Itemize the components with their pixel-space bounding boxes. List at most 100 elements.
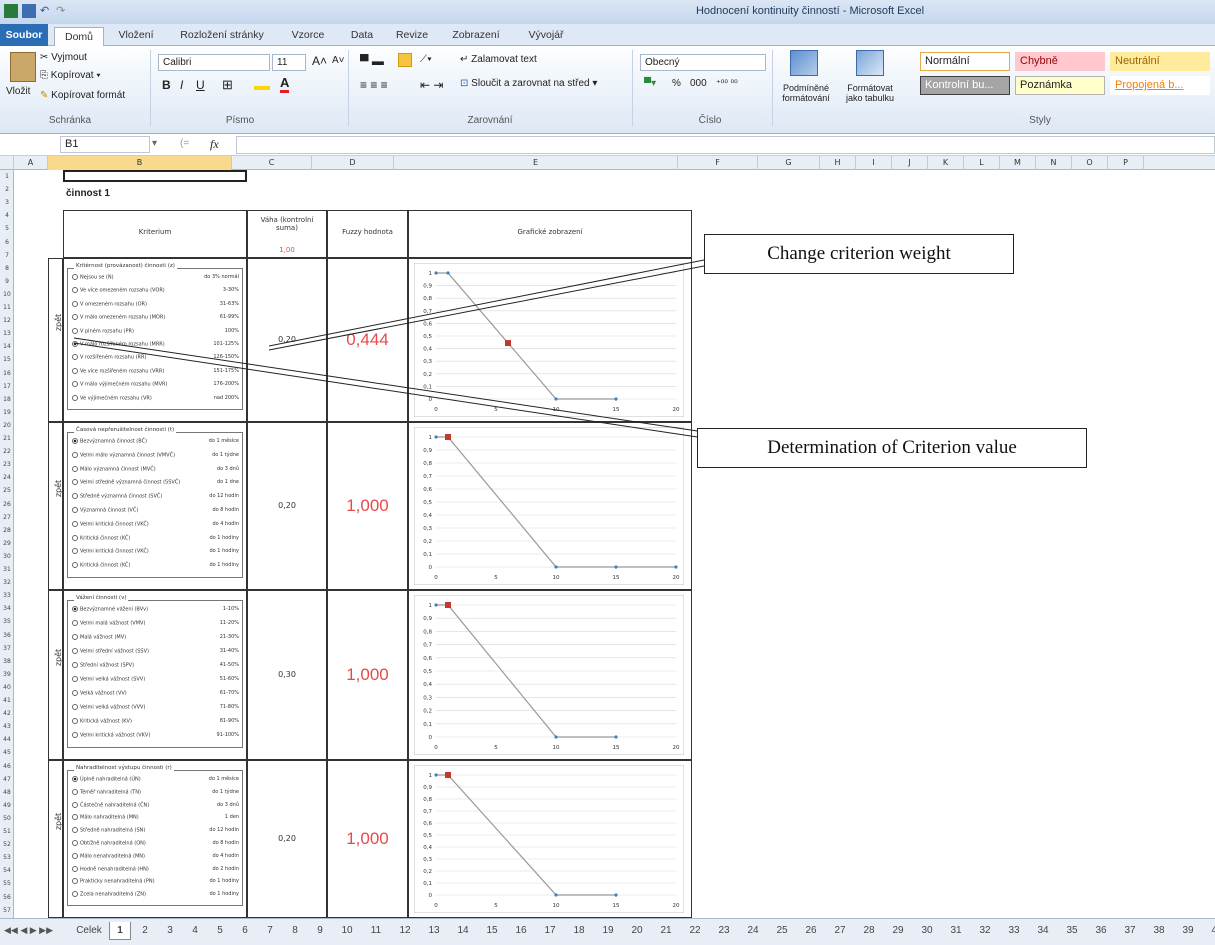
row-header[interactable]: 4 <box>0 209 14 222</box>
radio-icon[interactable] <box>72 648 78 654</box>
sheet-tab-16[interactable]: 16 <box>508 922 534 940</box>
row-header[interactable]: 30 <box>0 550 14 563</box>
font-color-icon[interactable]: A <box>280 76 290 93</box>
sheet-tab-17[interactable]: 17 <box>537 922 563 940</box>
format-table-icon[interactable] <box>856 50 884 76</box>
radio-icon[interactable] <box>72 451 78 458</box>
merge-center-button[interactable]: ⊡ Sloučit a zarovnat na střed ▾ <box>460 78 597 89</box>
row-header[interactable]: 26 <box>0 498 14 511</box>
tab-2[interactable]: Vložení <box>106 26 166 45</box>
radio-option[interactable]: Velmi málo významná činnost (VMVČ) <box>72 451 175 458</box>
cell-style-3[interactable]: Kontrolní bu... <box>920 76 1010 95</box>
cell-style-5[interactable]: Propojená b... <box>1110 76 1210 95</box>
number-format-box[interactable]: Obecný <box>640 54 766 71</box>
sheet-tab-36[interactable]: 36 <box>1088 922 1114 940</box>
radio-icon[interactable] <box>72 438 78 444</box>
radio-option[interactable]: Kritická činnost (KČ) <box>72 534 130 541</box>
italic-button[interactable]: I <box>180 78 183 92</box>
cancel-entry-icon[interactable]: (= <box>180 138 189 149</box>
row-header[interactable]: 39 <box>0 668 14 681</box>
row-header[interactable]: 5 <box>0 222 14 235</box>
radio-option[interactable]: V plném rozsahu (PR) <box>72 327 134 334</box>
sheet-tab-19[interactable]: 19 <box>595 922 621 940</box>
radio-option[interactable]: Velmi velká vážnost (VVV) <box>72 704 145 711</box>
radio-option[interactable]: Málo nahraditelná (MN) <box>72 814 139 821</box>
radio-icon[interactable] <box>72 732 78 738</box>
sheet-tab-26[interactable]: 26 <box>798 922 824 940</box>
radio-icon[interactable] <box>72 676 78 682</box>
radio-option[interactable]: Téměř nahraditelná (TN) <box>72 788 141 795</box>
radio-option[interactable]: Velká vážnost (VV) <box>72 690 127 697</box>
radio-icon[interactable] <box>72 367 78 374</box>
column-header-F[interactable]: F <box>678 156 758 170</box>
row-header[interactable]: 1 <box>0 170 14 183</box>
wrap-text-button[interactable]: ↵ Zalamovat text <box>460 54 537 65</box>
row-header[interactable]: 51 <box>0 825 14 838</box>
cut-button[interactable]: ✂ Vyjmout <box>40 52 87 63</box>
row-header[interactable]: 48 <box>0 786 14 799</box>
radio-icon[interactable] <box>72 314 78 321</box>
insert-function-button[interactable]: fx <box>210 137 219 152</box>
save-icon[interactable] <box>22 4 36 18</box>
format-as-table-button[interactable]: Formátovat jako tabulku <box>840 83 900 103</box>
decimal-icon[interactable]: ⁺⁰⁰ ⁰⁰ <box>716 78 738 89</box>
column-header-P[interactable]: P <box>1108 156 1144 170</box>
radio-option[interactable]: Prakticky nenahraditelná (PN) <box>72 878 155 885</box>
row-header[interactable]: 25 <box>0 484 14 497</box>
criterion-weight[interactable]: 0,20 <box>247 335 327 344</box>
row-header[interactable]: 29 <box>0 537 14 550</box>
radio-icon[interactable] <box>72 562 78 569</box>
back-link[interactable]: zpět <box>54 813 63 830</box>
radio-icon[interactable] <box>72 852 78 859</box>
sheet-tab-37[interactable]: 37 <box>1117 922 1143 940</box>
sheet-tab-3[interactable]: 3 <box>159 922 181 940</box>
column-header-A[interactable]: A <box>14 156 48 170</box>
orientation-icon[interactable]: ⟋▾ <box>420 54 432 65</box>
radio-icon[interactable] <box>72 827 78 834</box>
row-header[interactable]: 6 <box>0 236 14 249</box>
row-header[interactable]: 54 <box>0 864 14 877</box>
selected-cell-b1[interactable] <box>63 170 247 182</box>
radio-option[interactable]: Úplně nahraditelná (ÚN) <box>72 776 141 783</box>
column-header-L[interactable]: L <box>964 156 1000 170</box>
back-link[interactable]: zpět <box>54 314 63 331</box>
radio-icon[interactable] <box>72 520 78 527</box>
radio-option[interactable]: Nejsou se (N) <box>72 274 114 281</box>
worksheet[interactable]: činnost 1 Kriterium Váha (kontrolní suma)… <box>14 170 1215 918</box>
column-header-H[interactable]: H <box>820 156 856 170</box>
formula-input[interactable] <box>236 136 1215 154</box>
radio-option[interactable]: Středně významná činnost (SVČ) <box>72 493 162 500</box>
radio-option[interactable]: Velmi malá vážnost (VMV) <box>72 620 145 627</box>
sheet-tab-6[interactable]: 6 <box>234 922 256 940</box>
radio-option[interactable]: Velmi velká vážnost (SVV) <box>72 676 145 683</box>
sheet-tab-35[interactable]: 35 <box>1059 922 1085 940</box>
sheet-tab-33[interactable]: 33 <box>1001 922 1027 940</box>
sheet-tab-14[interactable]: 14 <box>450 922 476 940</box>
radio-option[interactable]: Střední vážnost (SPV) <box>72 662 134 669</box>
shrink-font-icon[interactable]: A˅ <box>332 55 345 66</box>
radio-option[interactable]: V málo omezeném rozsahu (MOR) <box>72 314 165 321</box>
column-header-J[interactable]: J <box>892 156 928 170</box>
radio-option[interactable]: Velmi kritická vážnost (VKV) <box>72 732 150 739</box>
sheet-nav-icon[interactable]: ◀◀ ◀ ▶ ▶▶ <box>4 925 53 936</box>
radio-option[interactable]: Kritická činnost (KČ) <box>72 562 130 569</box>
sheet-tab-12[interactable]: 12 <box>392 922 418 940</box>
underline-button[interactable]: U <box>196 78 205 92</box>
radio-option[interactable]: Velmi střední vážnost (SSV) <box>72 648 149 655</box>
corner-select-all[interactable] <box>0 156 14 170</box>
row-header[interactable]: 7 <box>0 249 14 262</box>
sheet-tab-25[interactable]: 25 <box>769 922 795 940</box>
cell-style-2[interactable]: Neutrální <box>1110 52 1210 71</box>
column-header-D[interactable]: D <box>312 156 394 170</box>
row-header[interactable]: 14 <box>0 340 14 353</box>
indent-icon[interactable]: ⇤ ⇥ <box>420 78 443 92</box>
sheet-tab-13[interactable]: 13 <box>421 922 447 940</box>
paste-icon[interactable] <box>10 52 36 82</box>
tab-0[interactable]: Soubor <box>0 24 48 46</box>
align-top-icon[interactable]: ▀ ▬ <box>360 54 384 68</box>
radio-icon[interactable] <box>72 840 78 846</box>
radio-option[interactable]: Málo významná činnost (MVČ) <box>72 465 156 472</box>
column-header-B[interactable]: B <box>48 156 232 170</box>
back-link[interactable]: zpět <box>54 649 63 666</box>
radio-option[interactable]: Ve výjimečném rozsahu (VR) <box>72 394 152 401</box>
